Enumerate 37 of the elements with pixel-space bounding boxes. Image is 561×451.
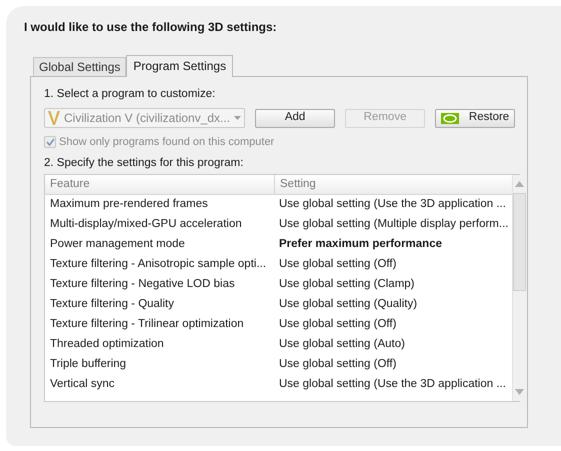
table-cell-text: Prefer maximum performance (278, 237, 443, 252)
table-cell-text: Use global setting (Use the 3D application ... (278, 377, 507, 392)
table-cell-text: Use global setting (Clamp) (278, 277, 416, 292)
table-cell-text: Vertical sync (49, 377, 116, 392)
scroll-thumb[interactable] (513, 193, 526, 291)
table-cell-text: Use global setting (Off) (278, 257, 398, 272)
table-cell-text: Texture filtering - Negative LOD bias (49, 277, 236, 292)
table-cell-text: Multi-display/mixed-GPU acceleration (49, 217, 243, 232)
table-cell-text: Threaded optimization (49, 337, 165, 352)
letter-v-logo-icon (48, 111, 60, 125)
scrollbar[interactable] (512, 175, 526, 401)
table-cell-text: Texture filtering - Trilinear optimization (49, 317, 245, 332)
tab[interactable]: Global Settings (33, 57, 126, 76)
dropdown-value: Civilization V (civilizationv_dx... (64, 110, 230, 127)
tab[interactable]: Program Settings (126, 55, 234, 77)
table-cell-text: Texture filtering - Anisotropic sample opti... (49, 257, 268, 272)
step-label: 2. Specify the settings for this program: (44, 156, 244, 170)
scroll-down-icon[interactable] (515, 389, 524, 395)
table-cell-text: Use global setting (Off) (278, 317, 398, 332)
step-label: 1. Select a program to customize: (44, 87, 216, 101)
table-cell-text: Triple buffering (49, 357, 128, 372)
checkbox-label: Show only programs found on this computer (59, 134, 274, 150)
table-cell-text: Use global setting (Multiple display perform... (278, 217, 510, 232)
table-cell-text: Texture filtering - Quality (49, 297, 175, 312)
table-cell-text: Power management mode (49, 237, 186, 252)
section-heading: I would like to use the following 3D settings: (24, 19, 278, 34)
action-button[interactable]: Add (255, 108, 336, 128)
column-header[interactable]: Setting (275, 175, 512, 195)
table-cell-text: Use global setting (Auto) (278, 337, 406, 352)
table-cell-text: Use global setting (Off) (278, 357, 398, 372)
eye-logo-icon (440, 112, 459, 124)
table-cell-text: Use global setting (Use the 3D application ... (278, 197, 507, 212)
scroll-up-icon[interactable] (515, 181, 524, 187)
table-cell-text: Use global setting (Quality) (278, 297, 418, 312)
table-cell-text: Maximum pre-rendered frames (49, 197, 209, 212)
restore-button[interactable]: Restore (435, 108, 516, 128)
column-header[interactable]: Feature (45, 175, 275, 195)
